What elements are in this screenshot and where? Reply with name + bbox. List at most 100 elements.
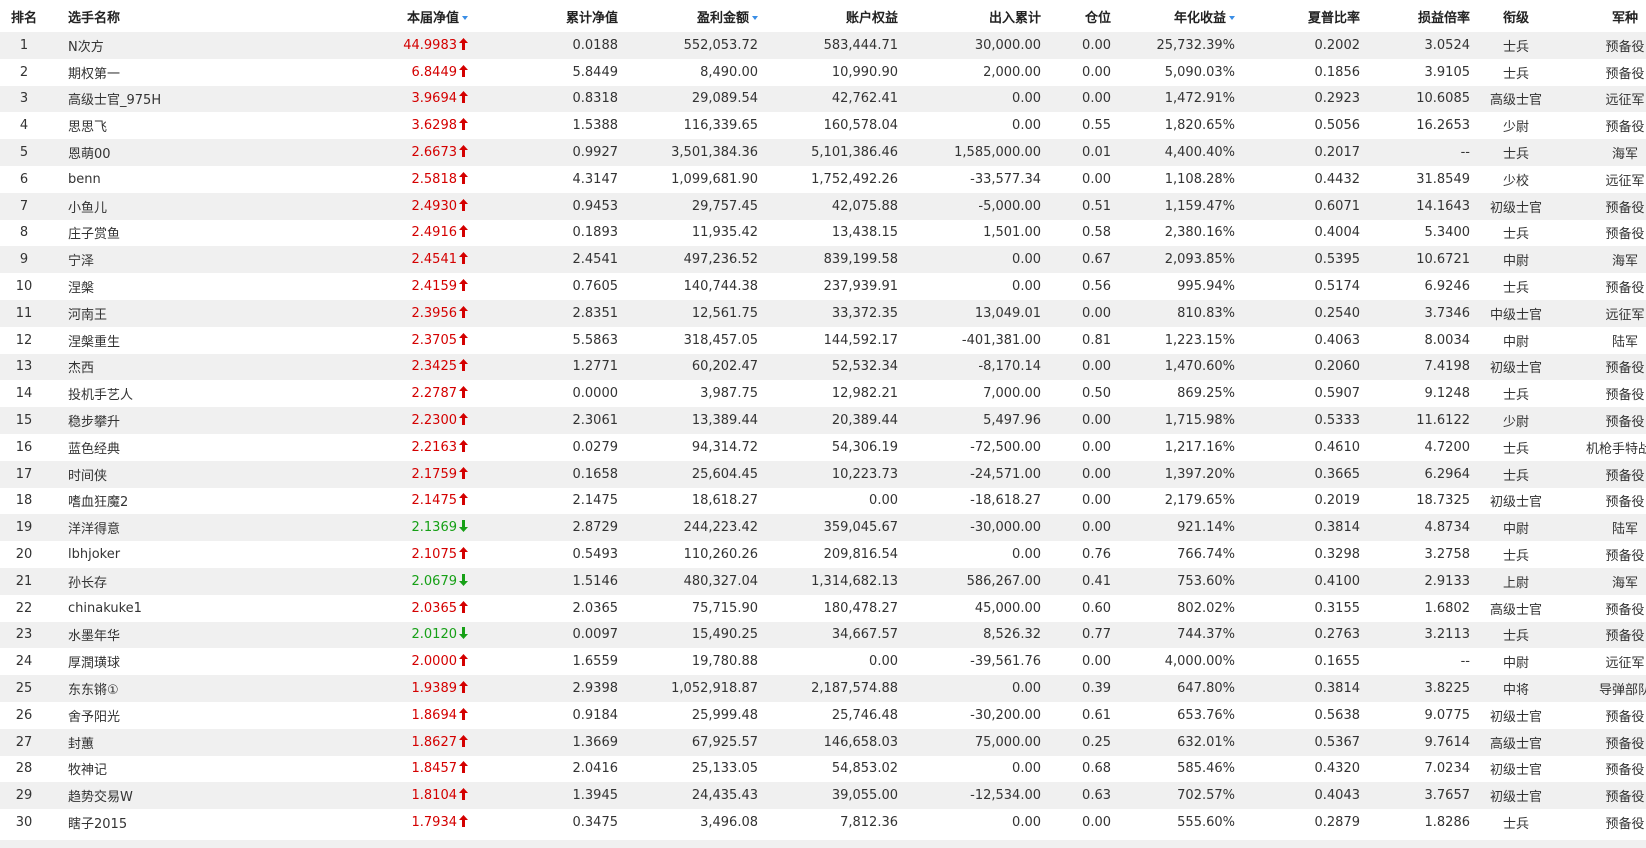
table-row[interactable]: 28 牧神记 1.8457 2.0416 25,133.05 54,853.02 0.00 0… bbox=[0, 755, 1646, 783]
table-row[interactable]: 10 涅槃 2.4159 0.7605 140,744.38 237,939.91 0.00… bbox=[0, 273, 1646, 300]
table-row[interactable]: 25 东东锵① 1.9389 2.9398 1,052,918.87 2,187,574.… bbox=[0, 675, 1646, 702]
cell-equity: 39,055.00 bbox=[758, 782, 898, 810]
col-header-flow[interactable]: 出入累计 bbox=[898, 0, 1041, 32]
table-row[interactable]: 29 趋势交易W 1.8104 1.3945 24,435.43 39,055.00 -12… bbox=[0, 782, 1646, 810]
cell-annual: 4,000.00% bbox=[1111, 648, 1235, 676]
cell-rank: 6 bbox=[0, 165, 48, 193]
table-row[interactable]: 26 舍予阳光 1.8694 0.9184 25,999.48 25,746.48 -30,… bbox=[0, 701, 1646, 729]
cell-rank-title: 士兵 bbox=[1470, 219, 1562, 247]
arrow-up-icon bbox=[459, 815, 468, 827]
cell-equity: 20,389.44 bbox=[758, 407, 898, 434]
table-row[interactable]: 21 孙长存 2.0679 1.5146 480,327.04 1,314,682.13 5… bbox=[0, 567, 1646, 595]
table-row[interactable]: 24 厚潤璜球 2.0000 1.6559 19,780.88 0.00 -39,561.7… bbox=[0, 648, 1646, 676]
sort-desc-icon[interactable] bbox=[752, 16, 758, 20]
col-header-annual[interactable]: 年化收益 bbox=[1111, 0, 1235, 32]
cell-nav: 2.0000 bbox=[258, 648, 490, 676]
cell-profit: 60,202.47 bbox=[618, 353, 758, 381]
arrow-up-icon bbox=[459, 654, 468, 667]
cell-player-name[interactable]: 孙长存 bbox=[48, 567, 258, 595]
col-header-rank[interactable]: 排名 bbox=[0, 0, 48, 32]
table-row[interactable]: 8 庄子赏鱼 2.4916 0.1893 11,935.42 13,438.15 1,501… bbox=[0, 219, 1646, 247]
col-header-branch[interactable]: 军种 bbox=[1562, 0, 1646, 32]
nav-value: 6.8449 bbox=[411, 64, 458, 80]
cell-player-name[interactable]: 洋洋得意 bbox=[48, 514, 258, 542]
table-row[interactable]: 14 投机手艺人 2.2787 0.0000 3,987.75 12,982.21 7,00… bbox=[0, 380, 1646, 408]
cell-player-name[interactable]: 宁泽 bbox=[48, 246, 258, 274]
cell-player-name[interactable]: 涅槃重生 bbox=[48, 326, 258, 354]
cell-player-name[interactable]: 庄子赏鱼 bbox=[48, 219, 258, 247]
table-row[interactable]: 23 水墨年华 2.0120 0.0097 15,490.25 34,667.57 8,52… bbox=[0, 621, 1646, 649]
arrow-up-icon bbox=[459, 118, 468, 131]
cell-ratio: 1.6802 bbox=[1360, 594, 1470, 622]
col-header-nav[interactable]: 本届净值 bbox=[258, 0, 490, 32]
table-row[interactable]: 9 宁泽 2.4541 2.4541 497,236.52 839,199.58 0.00 0… bbox=[0, 246, 1646, 274]
table-row[interactable]: 11 河南王 2.3956 2.8351 12,561.75 33,372.35 13,04… bbox=[0, 299, 1646, 327]
sort-desc-icon[interactable] bbox=[1229, 16, 1235, 20]
table-row[interactable]: 7 小鱼儿 2.4930 0.9453 29,757.45 42,075.88 -5,000… bbox=[0, 192, 1646, 220]
cell-player-name[interactable]: 舍予阳光 bbox=[48, 701, 258, 729]
table-row[interactable]: 27 封蕙 1.8627 1.3669 67,925.57 146,658.03 75,00… bbox=[0, 728, 1646, 756]
cell-rank: 29 bbox=[0, 782, 48, 810]
cell-player-name[interactable]: 瞎子2015 bbox=[48, 809, 258, 836]
table-row[interactable]: 13 杰西 2.3425 1.2771 60,202.47 52,532.34 -8,170… bbox=[0, 353, 1646, 381]
cell-player-name[interactable]: 水墨年华 bbox=[48, 621, 258, 649]
cell-player-name[interactable]: N次方 bbox=[48, 32, 258, 59]
cell-player-name[interactable]: 时间侠 bbox=[48, 460, 258, 488]
col-header-position[interactable]: 仓位 bbox=[1041, 0, 1111, 32]
sort-desc-icon[interactable] bbox=[462, 16, 468, 20]
cell-cum-nav: 2.4541 bbox=[490, 246, 618, 274]
table-row[interactable]: 19 洋洋得意 2.1369 2.8729 244,223.42 359,045.67 -3… bbox=[0, 514, 1646, 542]
cell-flow: -12,534.00 bbox=[898, 782, 1041, 810]
table-row[interactable]: 18 嗜血狂魔2 2.1475 2.1475 18,618.27 0.00 -18,618.… bbox=[0, 487, 1646, 515]
cell-player-name[interactable]: 恩萌00 bbox=[48, 139, 258, 166]
cell-player-name[interactable]: 思思飞 bbox=[48, 112, 258, 140]
cell-player-name[interactable]: 嗜血狂魔2 bbox=[48, 487, 258, 515]
table-row[interactable]: 17 时间侠 2.1759 0.1658 25,604.45 10,223.73 -24,5… bbox=[0, 460, 1646, 488]
cell-profit: 25,999.48 bbox=[618, 701, 758, 729]
cell-player-name[interactable]: 涅槃 bbox=[48, 273, 258, 300]
table-row[interactable]: 6 benn 2.5818 4.3147 1,099,681.90 1,752,492.2… bbox=[0, 165, 1646, 193]
cell-player-name[interactable]: 厚潤璜球 bbox=[48, 648, 258, 676]
table-row[interactable]: 1 N次方 44.9983 0.0188 552,053.72 583,444.71 30,… bbox=[0, 32, 1646, 59]
cell-player-name[interactable]: lbhjoker bbox=[48, 541, 258, 568]
table-row[interactable]: 16 蓝色经典 2.2163 0.0279 94,314.72 54,306.19 -72,… bbox=[0, 433, 1646, 461]
cell-player-name[interactable]: 杰西 bbox=[48, 353, 258, 381]
cell-player-name[interactable]: 蓝色经典 bbox=[48, 433, 258, 461]
cell-player-name[interactable]: 牧神记 bbox=[48, 755, 258, 783]
cell-player-name[interactable]: 小鱼儿 bbox=[48, 192, 258, 220]
cell-player-name[interactable]: 河南王 bbox=[48, 299, 258, 327]
cell-player-name[interactable]: benn bbox=[48, 165, 258, 193]
col-header-rank-title[interactable]: 衔级 bbox=[1470, 0, 1562, 32]
table-row[interactable]: 15 稳步攀升 2.2300 2.3061 13,389.44 20,389.44 5,49… bbox=[0, 407, 1646, 434]
cell-player-name[interactable]: 投机手艺人 bbox=[48, 380, 258, 408]
table-row[interactable]: 22 chinakuke1 2.0365 2.0365 75,715.90 180,478… bbox=[0, 594, 1646, 622]
cell-ratio: 3.0524 bbox=[1360, 32, 1470, 59]
table-row[interactable]: 20 lbhjoker 2.1075 0.5493 110,260.26 209,816.… bbox=[0, 541, 1646, 568]
cell-equity: 583,444.71 bbox=[758, 32, 898, 59]
col-header-equity[interactable]: 账户权益 bbox=[758, 0, 898, 32]
table-row[interactable]: 12 涅槃重生 2.3705 5.5863 318,457.05 144,592.17 -4… bbox=[0, 326, 1646, 354]
cell-profit: 3,496.08 bbox=[618, 809, 758, 836]
cell-player-name[interactable]: 期权第一 bbox=[48, 58, 258, 86]
nav-value: 1.8104 bbox=[411, 788, 458, 804]
col-header-ratio[interactable]: 损益倍率 bbox=[1360, 0, 1470, 32]
cell-cum-nav: 0.3475 bbox=[490, 809, 618, 836]
cell-player-name[interactable]: chinakuke1 bbox=[48, 594, 258, 622]
cell-player-name[interactable]: 东东锵① bbox=[48, 675, 258, 702]
cell-player-name[interactable]: 趋势交易W bbox=[48, 782, 258, 810]
col-header-name[interactable]: 选手名称 bbox=[48, 0, 258, 32]
cell-rank: 18 bbox=[0, 487, 48, 515]
table-row[interactable]: 2 期权第一 6.8449 5.8449 8,490.00 10,990.90 2,000.… bbox=[0, 58, 1646, 86]
table-row[interactable]: 4 思思飞 3.6298 1.5388 116,339.65 160,578.04 0.00… bbox=[0, 112, 1646, 140]
cell-player-name[interactable]: 封蕙 bbox=[48, 728, 258, 756]
cell-ratio: 4.8734 bbox=[1360, 514, 1470, 542]
col-header-cum-nav[interactable]: 累计净值 bbox=[490, 0, 618, 32]
cell-equity: 1,752,492.26 bbox=[758, 165, 898, 193]
table-row[interactable]: 5 恩萌00 2.6673 0.9927 3,501,384.36 5,101,386.4… bbox=[0, 139, 1646, 166]
cell-player-name[interactable]: 稳步攀升 bbox=[48, 407, 258, 434]
cell-player-name[interactable]: 高级士官_975H bbox=[48, 85, 258, 113]
table-row[interactable]: 30 瞎子2015 1.7934 0.3475 3,496.08 7,812.36 0.00… bbox=[0, 809, 1646, 836]
table-row[interactable]: 3 高级士官_975H 3.9694 0.8318 29,089.54 42,762.41… bbox=[0, 85, 1646, 113]
col-header-profit[interactable]: 盈利金额 bbox=[618, 0, 758, 32]
col-header-sharpe[interactable]: 夏普比率 bbox=[1235, 0, 1360, 32]
